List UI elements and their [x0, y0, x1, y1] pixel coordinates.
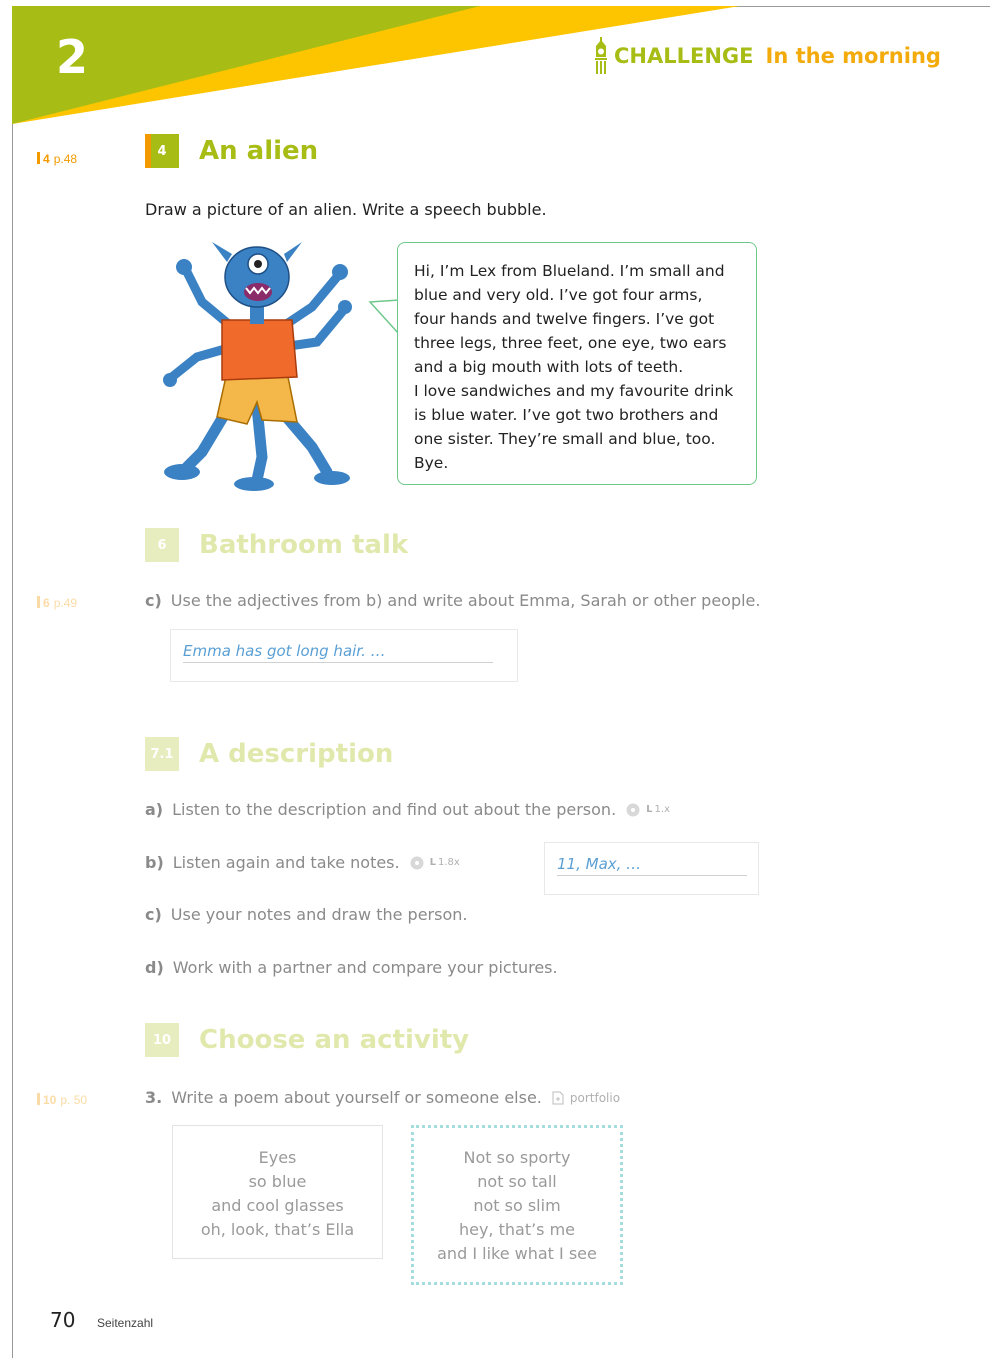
challenge-heading: CHALLENGE In the morning	[594, 34, 941, 78]
reference-page: p. 50	[60, 1093, 88, 1107]
chapter-number: 2	[56, 30, 89, 84]
bubble-line: one sister. They’re small and blue, too.	[414, 430, 716, 448]
task-letter: d)	[145, 958, 164, 977]
cd-icon	[410, 856, 424, 869]
bubble-line: and a big mouth with lots of teeth.	[414, 358, 684, 376]
bubble-line: three legs, three feet, one eye, two ear…	[414, 334, 727, 352]
page-number-label: Seitenzahl	[97, 1316, 154, 1330]
task-text: Listen to the description and find out a…	[172, 800, 617, 819]
exercise-10-heading: 10 Choose an activity	[145, 1023, 469, 1057]
portfolio-link[interactable]: portfolio	[552, 1091, 620, 1105]
handwritten-answer: Emma has got long hair. …	[183, 642, 493, 663]
reference-page: p.48	[53, 152, 78, 166]
audio-code: 1.8x	[437, 857, 460, 868]
task-letter: 3.	[145, 1088, 163, 1107]
task-text: Work with a partner and compare your pic…	[172, 958, 558, 977]
exercise-number: 6	[145, 528, 179, 562]
poem-card-me: Not so sporty not so tall not so slim he…	[411, 1125, 623, 1285]
exercise-4-instruction: Draw a picture of an alien. Write a spee…	[145, 200, 547, 219]
exercise-7-1-task-b: b) Listen again and take notes. L 1.8x	[145, 853, 460, 872]
exercise-number: 10	[145, 1023, 179, 1057]
speech-bubble: Hi, I’m Lex from Blueland. I’m small and…	[397, 242, 757, 485]
task-letter: b)	[145, 853, 164, 872]
bubble-line: blue and very old. I’ve got four arms,	[414, 286, 703, 304]
exercise-7-1-task-d: d) Work with a partner and compare your …	[145, 958, 558, 977]
audio-track-link[interactable]: L 1.x	[626, 803, 670, 817]
poem-line: and cool glasses	[211, 1196, 344, 1215]
exercise-10-task: 3. Write a poem about yourself or someon…	[145, 1088, 620, 1107]
audio-prefix: L	[646, 804, 653, 815]
chapter-topic: In the morning	[765, 44, 941, 68]
notes-answer-box[interactable]: 11, Max, …	[544, 842, 759, 895]
bubble-line: Bye.	[414, 454, 449, 472]
clock-tower-icon	[595, 37, 607, 74]
exercise-6-heading: 6 Bathroom talk	[145, 528, 408, 562]
poem-line: hey, that’s me	[458, 1220, 576, 1239]
reference-marker	[37, 1093, 40, 1105]
handwritten-notes: 11, Max, …	[557, 855, 747, 876]
task-text: Use your notes and draw the person.	[170, 905, 468, 924]
exercise-title: Choose an activity	[199, 1025, 470, 1055]
page-number: 70	[50, 1308, 76, 1332]
reference-marker	[37, 152, 40, 164]
poem-line: oh, look, that’s Ella	[200, 1220, 355, 1239]
exercise-number: 4	[145, 134, 179, 168]
reference-number: 10	[43, 1093, 57, 1107]
reference-marker	[37, 596, 40, 608]
poem-line: not so tall	[477, 1172, 557, 1191]
audio-track-link[interactable]: L 1.8x	[410, 856, 460, 870]
task-text: Write a poem about yourself or someone e…	[171, 1088, 542, 1107]
task-letter: a)	[145, 800, 164, 819]
challenge-label: CHALLENGE	[614, 44, 754, 68]
reference-number: 6	[43, 596, 50, 610]
exercise-6-answer-box[interactable]: Emma has got long hair. …	[170, 629, 518, 682]
task-text: Listen again and take notes.	[172, 853, 400, 872]
exercise-title: Bathroom talk	[199, 530, 409, 560]
exercise-number: 7.1	[145, 737, 179, 771]
exercise-title: A description	[199, 739, 394, 769]
exercise-7-1-task-a: a) Listen to the description and find ou…	[145, 800, 670, 819]
poem-card-ella: Eyes so blue and cool glasses oh, look, …	[172, 1125, 383, 1259]
poem-line: Not so sporty	[463, 1148, 571, 1167]
portfolio-label: portfolio	[569, 1090, 621, 1105]
speech-bubble-tail	[368, 299, 400, 335]
bubble-line: I love sandwiches and my favourite drink	[414, 382, 734, 400]
exercise-title: An alien	[199, 136, 319, 166]
bubble-line: Hi, I’m Lex from Blueland. I’m small and	[414, 262, 725, 280]
portfolio-document-icon	[552, 1091, 564, 1104]
reference-number: 4	[43, 152, 50, 166]
poem-line: Eyes	[258, 1148, 297, 1167]
exercise-7-1-task-c: c) Use your notes and draw the person.	[145, 905, 467, 924]
poem-line: not so slim	[473, 1196, 561, 1215]
exercise-4-heading: 4 An alien	[145, 134, 318, 168]
alien-illustration	[163, 242, 352, 491]
bubble-line: is blue water. I’ve got two brothers and	[414, 406, 719, 424]
cd-icon	[626, 803, 640, 816]
page-reference-ex4[interactable]: 4 p.48	[37, 152, 77, 166]
poem-line: and I like what I see	[437, 1244, 597, 1263]
exercise-7-1-heading: 7.1 A description	[145, 737, 393, 771]
reference-page: p.49	[53, 596, 78, 610]
task-letter: c)	[145, 905, 162, 924]
audio-code: 1.x	[654, 804, 670, 815]
task-letter: c)	[145, 591, 162, 610]
task-text: Use the adjectives from b) and write abo…	[170, 591, 761, 610]
page-reference-ex10[interactable]: 10 p. 50	[37, 1093, 87, 1107]
exercise-6-task: c) Use the adjectives from b) and write …	[145, 591, 760, 610]
bubble-line: four hands and twelve fingers. I’ve got	[414, 310, 715, 328]
poem-line: so blue	[248, 1172, 307, 1191]
audio-prefix: L	[429, 857, 436, 868]
page-reference-ex6[interactable]: 6 p.49	[37, 596, 77, 610]
